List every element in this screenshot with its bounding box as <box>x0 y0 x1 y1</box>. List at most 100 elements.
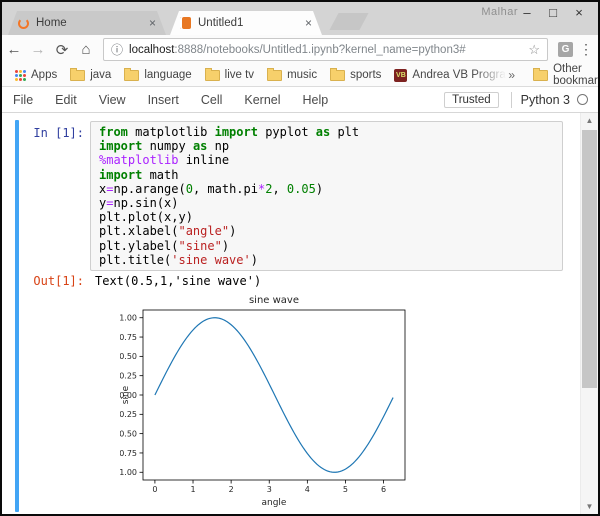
tab-untitled1[interactable]: Untitled1 × <box>170 11 322 35</box>
svg-text:3: 3 <box>267 485 272 494</box>
svg-text:1.00: 1.00 <box>120 314 137 323</box>
other-bookmarks-button[interactable]: Other bookmarks <box>533 63 600 87</box>
url-path: :8888/notebooks/Untitled1.ipynb?kernel_n… <box>174 44 465 56</box>
svg-text:sine: sine <box>121 385 131 404</box>
vb-favicon: VB <box>394 69 407 82</box>
code-line: y=np.sin(x) <box>99 196 554 210</box>
svg-text:5: 5 <box>343 485 348 494</box>
extension-g-badge[interactable]: G <box>558 42 573 57</box>
input-prompt: In [1]: <box>2 126 84 140</box>
code-line: plt.xlabel("angle") <box>99 224 554 238</box>
bookmark-live-tv[interactable]: live tv <box>205 69 254 81</box>
sine-wave-chart: 01234561.000.750.500.250.00−0.25−0.50−0.… <box>120 288 420 513</box>
svg-text:0.25: 0.25 <box>120 371 137 380</box>
bookmark-label: music <box>287 69 317 81</box>
maximize-button[interactable]: □ <box>540 5 566 20</box>
other-bookmarks-label: Other bookmarks <box>553 63 600 87</box>
bookmark-star-icon[interactable]: ☆ <box>528 42 540 58</box>
close-button[interactable]: × <box>566 5 592 20</box>
tab-close-icon[interactable]: × <box>305 16 312 30</box>
plot-output: 01234561.000.750.500.250.00−0.25−0.50−0.… <box>120 288 420 513</box>
menu-item-insert[interactable]: Insert <box>148 93 179 107</box>
kernel-status-icon <box>577 94 588 105</box>
bookmark-label: live tv <box>225 69 254 81</box>
code-line: plt.ylabel("sine") <box>99 239 554 253</box>
tab-home[interactable]: Home × <box>8 11 166 35</box>
trusted-badge[interactable]: Trusted <box>444 92 499 108</box>
scroll-up-button[interactable]: ▲ <box>581 113 598 128</box>
bookmark-apps[interactable]: Apps <box>15 69 57 81</box>
menu-item-file[interactable]: File <box>13 93 33 107</box>
folder-icon <box>533 70 548 81</box>
bookmarks-bar: Apps java language live tv music sports VB Andr… <box>2 64 598 87</box>
bookmark-sports[interactable]: sports <box>330 69 381 81</box>
jupyter-home-icon <box>18 18 29 29</box>
notebook-icon <box>180 17 191 29</box>
svg-text:0.75: 0.75 <box>120 333 137 342</box>
browser-menu-button[interactable]: ⋮ <box>578 41 594 58</box>
bookmark-label: java <box>90 69 111 81</box>
code-line: %matplotlib inline <box>99 153 554 167</box>
url-host: localhost <box>129 44 174 56</box>
folder-icon <box>267 70 282 81</box>
reload-button[interactable]: ⟳ <box>50 41 74 59</box>
output-text: Text(0.5,1,'sine wave') <box>95 274 261 288</box>
scroll-thumb[interactable] <box>582 130 597 388</box>
home-button[interactable]: ⌂ <box>74 41 98 58</box>
menu-item-help[interactable]: Help <box>303 93 329 107</box>
bookmark-label: Apps <box>31 69 57 81</box>
bookmark-label: Andrea VB Programm <box>412 69 508 81</box>
titlebar: Malhar – □ × Home × Untitled1 × <box>2 2 598 35</box>
bookmark-andrea-vb-programm[interactable]: VB Andrea VB Programm <box>394 69 508 82</box>
code-line: import numpy as np <box>99 139 554 153</box>
selected-cell-border <box>15 120 19 512</box>
svg-text:4: 4 <box>305 485 310 494</box>
bookmark-label: sports <box>350 69 381 81</box>
site-info-icon[interactable]: ⓘ <box>111 41 123 58</box>
bookmarks-overflow-button[interactable]: » <box>508 68 515 82</box>
bookmark-language[interactable]: language <box>124 69 191 81</box>
svg-text:0.50: 0.50 <box>120 352 137 361</box>
window-owner-label: Malhar <box>481 6 518 18</box>
svg-text:−0.50: −0.50 <box>120 429 137 438</box>
svg-text:0: 0 <box>152 485 157 494</box>
tab-label: Untitled1 <box>198 17 243 29</box>
minimize-button[interactable]: – <box>514 5 540 20</box>
menu-item-view[interactable]: View <box>99 93 126 107</box>
svg-text:6: 6 <box>381 485 386 494</box>
menu-item-edit[interactable]: Edit <box>55 93 77 107</box>
svg-text:angle: angle <box>262 498 287 508</box>
notebook-menu-items: File Edit View Insert Cell Kernel Help <box>2 93 339 107</box>
omnibox[interactable]: ⓘ localhost :8888/notebooks/Untitled1.ip… <box>103 38 548 61</box>
code-line: import math <box>99 168 554 182</box>
notebook-menubar: File Edit View Insert Cell Kernel Help Trusted… <box>2 87 598 113</box>
new-tab-button[interactable] <box>329 13 368 30</box>
back-button[interactable]: ← <box>2 41 26 58</box>
menu-item-cell[interactable]: Cell <box>201 93 223 107</box>
scrollbar[interactable]: ▲ ▼ <box>580 113 598 514</box>
code-line: from matplotlib import pyplot as plt <box>99 125 554 139</box>
tab-label: Home <box>36 17 67 29</box>
svg-text:−0.25: −0.25 <box>120 410 137 419</box>
apps-grid-icon <box>15 70 26 81</box>
folder-icon <box>205 70 220 81</box>
svg-text:sine wave: sine wave <box>249 295 299 306</box>
bookmark-label: language <box>144 69 191 81</box>
menubar-divider <box>511 92 512 108</box>
browser-toolbar: ← → ⟳ ⌂ ⓘ localhost :8888/notebooks/Unti… <box>2 35 598 64</box>
svg-text:−0.75: −0.75 <box>120 449 137 458</box>
folder-icon <box>70 70 85 81</box>
svg-text:−1.00: −1.00 <box>120 468 137 477</box>
forward-button[interactable]: → <box>26 41 50 58</box>
scroll-down-button[interactable]: ▼ <box>581 499 598 514</box>
code-cell-editor[interactable]: from matplotlib import pyplot as pltimpo… <box>90 121 563 271</box>
browser-window: Malhar – □ × Home × Untitled1 × ← → ⟳ ⌂ ⓘ l… <box>0 0 600 516</box>
kernel-name-label: Python 3 <box>521 93 570 107</box>
bookmark-java[interactable]: java <box>70 69 111 81</box>
folder-icon <box>330 70 345 81</box>
bookmark-music[interactable]: music <box>267 69 317 81</box>
svg-text:1: 1 <box>190 485 195 494</box>
code-line: plt.plot(x,y) <box>99 210 554 224</box>
tab-close-icon[interactable]: × <box>149 16 156 30</box>
menu-item-kernel[interactable]: Kernel <box>244 93 280 107</box>
